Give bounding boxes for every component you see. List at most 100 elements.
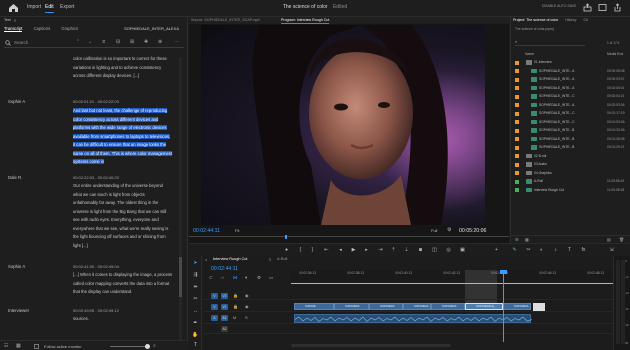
label-color-swatch[interactable] <box>515 154 519 158</box>
prev-result-icon[interactable]: ⌃ <box>76 39 80 45</box>
comparison-view-icon[interactable]: ◫ <box>431 247 438 254</box>
time-ruler[interactable]: 00:02:36:13 00:02:38:13 00:02:40:13 00:0… <box>291 270 613 308</box>
label-color-swatch[interactable] <box>515 188 519 192</box>
scrollbar-thumb[interactable] <box>179 257 182 297</box>
entry-text[interactable]: And last but not least, the challenge of… <box>73 107 185 167</box>
project-folder-row[interactable]: 01 Interview <box>511 59 630 66</box>
project-clip-row[interactable]: SOPHIEDALE_INTE...C 00:02:04:21 <box>511 93 630 100</box>
play-icon[interactable]: ▶ <box>350 247 357 254</box>
project-clip-row[interactable]: SOPHIEDALE_INTE...A 00:02:03:06 <box>511 102 630 109</box>
menu-edit[interactable]: Edit <box>45 4 54 13</box>
project-clip-row[interactable]: A-Roll 11:09:58:19 <box>511 178 630 185</box>
vr-icon[interactable]: ◎ <box>445 247 452 254</box>
next-result-icon[interactable]: ⌄ <box>88 39 92 45</box>
tab-transcript[interactable]: Transcript <box>4 26 23 32</box>
timeline-clip[interactable]: SOPHIEDA <box>403 303 431 310</box>
label-color-swatch[interactable] <box>515 69 519 73</box>
audio-icon[interactable]: ♪ <box>552 247 559 254</box>
label-color-swatch[interactable] <box>515 171 519 175</box>
video-frame[interactable] <box>201 25 485 225</box>
extract-icon[interactable]: ⇣ <box>403 247 410 254</box>
snap-icon[interactable]: ⊂ <box>209 275 213 281</box>
label-color-swatch[interactable] <box>515 94 519 99</box>
tab-aroll[interactable]: A-Roll <box>277 257 287 261</box>
tab-ch[interactable]: Ch <box>583 18 588 22</box>
current-timecode[interactable]: 00:02:44:11 <box>193 228 220 234</box>
timeline-clip[interactable]: SOPHIEDA <box>369 303 403 310</box>
label-color-swatch[interactable] <box>515 60 519 65</box>
eye-icon[interactable]: ◉ <box>245 293 249 298</box>
captions-icon[interactable]: ▭ <box>269 275 273 281</box>
add-icon[interactable]: ✚ <box>144 39 148 45</box>
quick-export-icon[interactable] <box>583 3 592 12</box>
label-color-swatch[interactable] <box>515 162 519 167</box>
transcript-entry[interactable]: Interviewer 00:02:49:05 - 00:02:49:12 so… <box>8 307 183 332</box>
button-editor-icon[interactable]: ⇲ <box>608 247 615 254</box>
ripple-edit-icon[interactable]: ⇹ <box>192 284 199 291</box>
filter-icon[interactable]: ⧖ <box>102 39 106 45</box>
eye-icon[interactable]: ◉ <box>245 304 249 309</box>
project-folder-row[interactable]: 03 Audio <box>511 161 630 168</box>
merge-icon[interactable]: ⊞ <box>130 39 134 45</box>
label-color-swatch[interactable] <box>515 145 519 150</box>
playhead-handle[interactable] <box>500 270 507 274</box>
share-icon[interactable] <box>613 3 622 12</box>
pen-tool-icon[interactable]: ✒ <box>192 320 199 327</box>
lock-icon[interactable]: 🔒 <box>233 304 238 309</box>
effects-icon[interactable]: fx <box>580 247 587 254</box>
panel-menu-icon[interactable]: ≡ <box>14 18 16 23</box>
split-icon[interactable]: ⊟ <box>116 39 120 45</box>
track-label[interactable]: V2 <box>221 293 228 299</box>
track-label[interactable]: A1 <box>221 315 228 321</box>
speaker-name[interactable]: Interviewer <box>8 308 29 313</box>
settings-icon[interactable]: ⚙ <box>257 275 261 281</box>
project-clip-row[interactable]: SOPHIEDALE_INTE...A 00:02:03:07 <box>511 76 630 83</box>
scrubber-playhead[interactable] <box>285 235 287 239</box>
gap-marker[interactable] <box>533 303 545 311</box>
project-clip-row[interactable]: SOPHIEDALE_INTE...B 00:01:28:08 <box>511 136 630 143</box>
solo-icon[interactable]: S <box>245 315 248 320</box>
menu-import[interactable]: Import <box>27 4 41 10</box>
go-to-in-icon[interactable]: ⇤ <box>323 247 330 254</box>
transcript-entry[interactable]: Dale R. 00:02:22:03 - 00:02:40:23 Our en… <box>8 174 183 254</box>
tab-program[interactable]: Program: Interview Rough Cut <box>281 18 330 24</box>
project-clip-row[interactable]: SOPHIEDALE_INTE...A 00:02:05:08 <box>511 68 630 75</box>
tab-captions[interactable]: Captions <box>34 26 51 31</box>
mark-out-icon[interactable]: } <box>309 247 316 254</box>
column-media-end[interactable]: Media End <box>607 52 623 56</box>
selection-tool-icon[interactable]: ➤ <box>192 260 199 267</box>
color-icon[interactable]: ◐ <box>538 247 545 254</box>
zoom-slider-track[interactable] <box>110 346 150 347</box>
project-clip-row[interactable]: SOPHIEDALE_INTE...C 00:01:03:06 <box>511 119 630 126</box>
add-button-icon[interactable]: + <box>493 247 500 254</box>
marker-icon[interactable]: ▾ <box>245 275 247 281</box>
track-label[interactable]: A2 <box>221 326 228 332</box>
project-folder-row[interactable]: 04 Graphics <box>511 170 630 177</box>
tab-project[interactable]: Project: The science of color <box>513 18 558 22</box>
project-search[interactable]: ⌕ <box>515 39 585 46</box>
speaker-name[interactable]: Sophie A <box>8 264 25 269</box>
playhead[interactable] <box>503 270 504 342</box>
label-color-swatch[interactable] <box>515 103 519 107</box>
project-clip-row[interactable]: Interview Rough Cut 11:09:08:18 <box>511 187 630 194</box>
fullscreen-icon[interactable] <box>598 3 607 12</box>
slip-tool-icon[interactable]: ↔ <box>192 308 199 315</box>
tab-sequence[interactable]: Interview Rough Cut <box>213 257 247 261</box>
track-select-icon[interactable]: ⇶ <box>192 272 199 279</box>
grid-view-icon[interactable]: ▦ <box>16 343 21 349</box>
transcript-scrollbar[interactable] <box>179 57 182 347</box>
go-to-out-icon[interactable]: ⇥ <box>377 247 384 254</box>
label-color-swatch[interactable] <box>515 179 519 184</box>
caption-icon[interactable]: ⊕ <box>158 39 162 45</box>
icon-view-icon[interactable]: ▦ <box>525 237 529 242</box>
follow-monitor-checkbox[interactable] <box>34 344 39 349</box>
settings-wrench-icon[interactable]: ⚙ <box>447 227 451 233</box>
list-view-icon[interactable]: ☰ <box>515 237 519 242</box>
label-color-swatch[interactable] <box>515 137 519 141</box>
column-name[interactable]: Name <box>525 52 534 56</box>
track-target[interactable]: A <box>211 315 218 321</box>
transcript-entry[interactable]: Sophie A 00:02:41:00 - 00:02:49:04 [...]… <box>8 263 183 303</box>
track-target[interactable]: V <box>211 293 218 299</box>
resolution-dropdown[interactable]: Full <box>431 228 437 233</box>
razor-tool-icon[interactable]: ✂ <box>192 296 199 303</box>
